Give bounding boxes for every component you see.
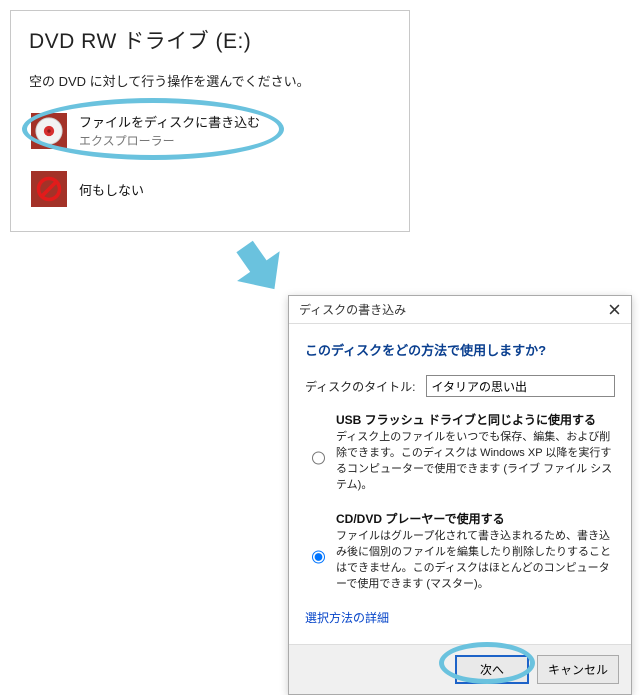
option-cddvd-player[interactable]: CD/DVD プレーヤーで使用する ファイルはグループ化されて書き込まれるため、… [307,510,615,603]
autoplay-title: DVD RW ドライブ (E:) [29,25,391,55]
option-desc: ファイルはグループ化されて書き込まれるため、書き込み後に個別のファイルを編集した… [336,529,615,593]
option-usb-like[interactable]: USB フラッシュ ドライブと同じように使用する ディスク上のファイルをいつでも… [307,411,615,504]
autoplay-option-label: 何もしない [79,180,144,199]
close-icon[interactable] [606,302,622,318]
dialog-heading: このディスクをどの方法で使用しますか? [305,340,615,359]
autoplay-option-burn[interactable]: ファイルをディスクに書き込む エクスプローラー [29,106,391,155]
dialog-title: ディスクの書き込み [299,301,406,318]
no-entry-icon [31,171,67,207]
next-button[interactable]: 次へ [455,655,529,684]
autoplay-option-label: ファイルをディスクに書き込む [79,112,260,131]
autoplay-option-sublabel: エクスプローラー [79,132,260,149]
dialog-footer: 次へ キャンセル [289,644,631,694]
dialog-titlebar: ディスクの書き込み [289,296,631,324]
autoplay-popup: DVD RW ドライブ (E:) 空の DVD に対して行う操作を選んでください… [10,10,410,232]
option-desc: ディスク上のファイルをいつでも保存、編集、および削除できます。このディスクは W… [336,430,615,494]
option-title: USB フラッシュ ドライブと同じように使用する [336,411,615,428]
option-usb-like-radio[interactable] [312,412,325,504]
burn-dialog: ディスクの書き込み このディスクをどの方法で使用しますか? ディスクのタイトル:… [288,295,632,695]
autoplay-option-nothing[interactable]: 何もしない [29,165,391,213]
details-link[interactable]: 選択方法の詳細 [305,609,615,626]
cancel-button[interactable]: キャンセル [537,655,619,684]
disc-title-label: ディスクのタイトル: [305,378,416,395]
option-cddvd-player-radio[interactable] [312,511,325,603]
autoplay-prompt: 空の DVD に対して行う操作を選んでください。 [29,71,391,90]
disc-icon [31,113,67,149]
disc-title-input[interactable] [426,375,616,397]
option-title: CD/DVD プレーヤーで使用する [336,510,615,527]
